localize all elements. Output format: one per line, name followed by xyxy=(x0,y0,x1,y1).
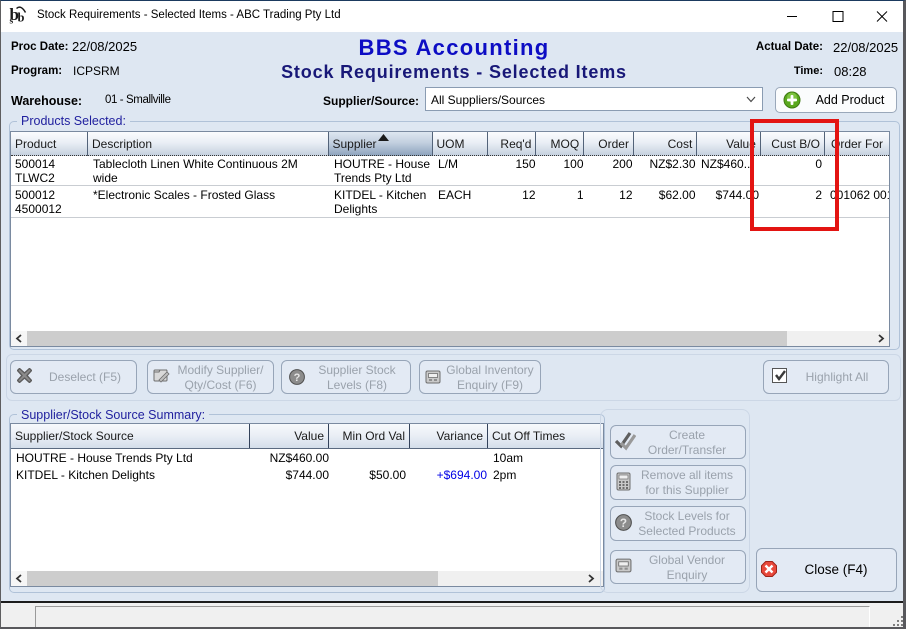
svg-text:s: s xyxy=(10,17,14,27)
svg-text:?: ? xyxy=(294,372,301,384)
svg-text:b: b xyxy=(18,11,25,25)
svg-text:?: ? xyxy=(620,517,627,530)
